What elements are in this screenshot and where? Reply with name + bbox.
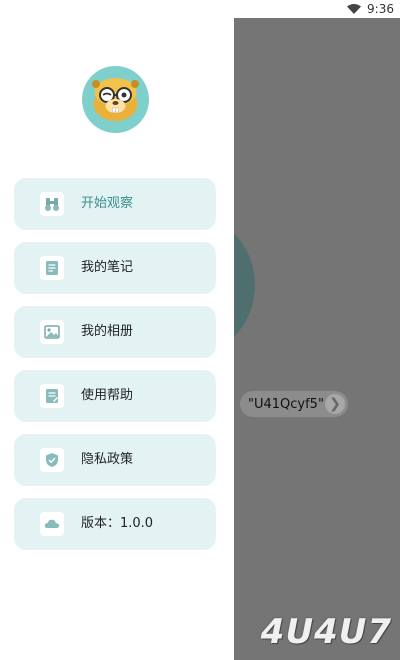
- note-icon: [40, 256, 64, 280]
- menu-item-version[interactable]: 版本：1.0.0: [14, 498, 216, 550]
- menu-label: 我的相册: [81, 324, 134, 339]
- status-bar: 9:36: [0, 0, 400, 18]
- wifi-icon: [347, 4, 362, 14]
- chevron-right-icon: ❯: [325, 394, 345, 414]
- binoculars-icon: [40, 192, 64, 216]
- menu-label: 使用帮助: [81, 388, 134, 403]
- menu-label: 版本：1.0.0: [81, 516, 154, 531]
- cloud-icon: [40, 512, 64, 536]
- status-indicators: 9:36: [347, 0, 394, 18]
- site-watermark: 4U4U7: [260, 612, 392, 652]
- background-code-chip: "U41Qcyf5" ❯: [240, 391, 348, 417]
- image-icon: [40, 320, 64, 344]
- menu-label: 隐私政策: [81, 452, 134, 467]
- background-code-text: "U41Qcyf5": [248, 396, 324, 412]
- status-time: 9:36: [367, 2, 394, 16]
- shield-icon: [40, 448, 64, 472]
- menu-item-privacy-policy[interactable]: 隐私政策: [14, 434, 216, 486]
- menu-label: 开始观察: [81, 196, 134, 211]
- menu-item-start-observing[interactable]: 开始观察: [14, 178, 216, 230]
- menu-item-help[interactable]: 使用帮助: [14, 370, 216, 422]
- avatar[interactable]: [82, 66, 149, 133]
- help-doc-icon: [40, 384, 64, 408]
- navigation-drawer: 开始观察 我的笔记 我的相册 使用帮助 隐私政策 版本：1.0.0: [0, 18, 234, 660]
- menu-item-my-album[interactable]: 我的相册: [14, 306, 216, 358]
- menu-item-my-notes[interactable]: 我的笔记: [14, 242, 216, 294]
- dimmed-overlay[interactable]: [234, 18, 400, 660]
- menu-label: 我的笔记: [81, 260, 134, 275]
- beaver-mascot-icon: [92, 78, 139, 121]
